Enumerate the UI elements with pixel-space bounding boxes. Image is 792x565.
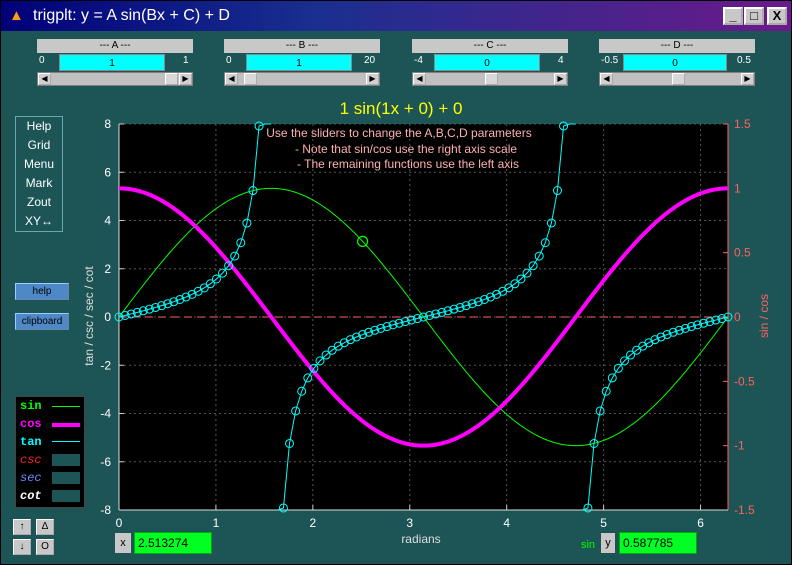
y-left-tick-label: -8 <box>100 503 111 517</box>
y-left-tick-label: 6 <box>104 165 111 179</box>
y-left-tick-label: -4 <box>100 407 111 421</box>
y-right-tick-label: -0.5 <box>734 374 755 388</box>
x-tick-label: 1 <box>213 516 220 530</box>
trig-chart[interactable]: 0 1 2 3 4 5 6 -8 -6 -4 -2 0 2 4 6 8 -1.5 -1 -0.5 0 0.5 1 1.5 1… <box>1 1 791 564</box>
y-right-axis-label: sin / cos <box>757 294 771 338</box>
annotation-line-3: - The remaining functions use the left a… <box>297 157 519 171</box>
x-axis-label: radians <box>401 532 440 546</box>
chart-title: 1 sin(1x + 0) + 0 <box>340 99 463 118</box>
annotation-line-1: Use the sliders to change the A,B,C,D pa… <box>266 126 531 140</box>
y-right-tick-label: -1.5 <box>734 503 755 517</box>
y-right-tick-label: 0.5 <box>734 246 751 260</box>
y-right-tick-label: -1 <box>734 439 745 453</box>
x-tick-label: 3 <box>406 516 413 530</box>
y-left-axis-label: tan / csc / sec / cot <box>82 266 96 366</box>
annotation-line-2: - Note that sin/cos use the right axis s… <box>295 142 517 156</box>
y-right-tick-label: 0 <box>734 310 741 324</box>
x-tick-label: 5 <box>600 516 607 530</box>
x-tick-label: 0 <box>116 516 123 530</box>
y-left-tick-label: 2 <box>104 262 111 276</box>
main-window: ▲ trigplt: y = A sin(Bx + C) + D _ □ X -… <box>0 0 792 565</box>
y-left-tick-label: 8 <box>104 117 111 131</box>
y-left-tick-label: 0 <box>104 310 111 324</box>
x-tick-label: 4 <box>503 516 510 530</box>
y-right-tick-label: 1 <box>734 181 741 195</box>
y-left-tick-label: -6 <box>100 455 111 469</box>
x-tick-label: 2 <box>310 516 317 530</box>
x-tick-label: 6 <box>697 516 704 530</box>
y-right-tick-label: 1.5 <box>734 117 751 131</box>
y-left-tick-label: -2 <box>100 358 111 372</box>
y-left-tick-label: 4 <box>104 214 111 228</box>
